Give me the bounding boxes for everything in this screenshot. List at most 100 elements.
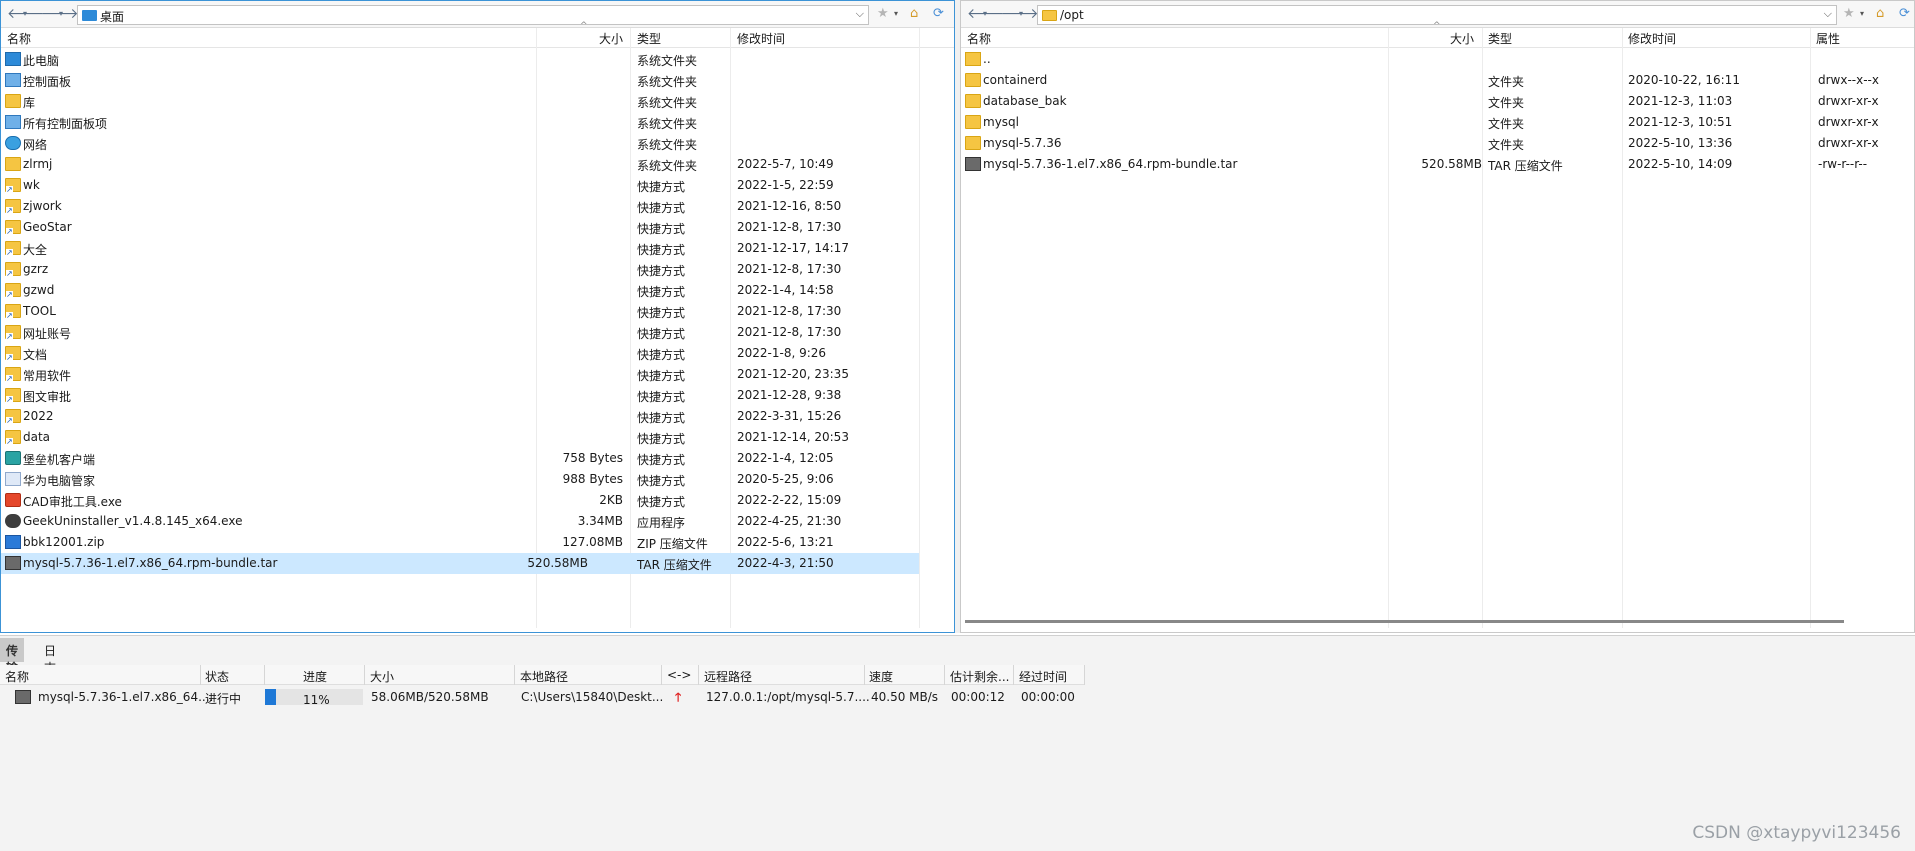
column-divider[interactable] xyxy=(944,665,945,685)
file-row[interactable]: mysql-5.7.36 文件夹 2022-5-10, 13:36 drwxr-xr-… xyxy=(961,133,1914,154)
transfer-row[interactable]: mysql-5.7.36-1.el7.x86_64.... 进行中 11% 58… xyxy=(0,686,1915,707)
local-file-list: 此电脑 系统文件夹 控制面板 系统文件夹库系统文件夹 所有控制面板项 系统文件夹 网络 系统文… xyxy=(1,49,954,574)
home-icon[interactable]: ⌂ xyxy=(910,5,918,23)
file-name: data xyxy=(23,430,51,444)
chevron-down-icon[interactable]: ⌵ xyxy=(856,7,864,21)
column-name[interactable]: 名称 xyxy=(967,30,991,47)
column-divider[interactable] xyxy=(1084,665,1085,685)
file-row[interactable]: zjwork 快捷方式 2021-12-16, 8:50 xyxy=(1,196,954,217)
column-modified[interactable]: 修改时间 xyxy=(737,30,785,47)
column-local-path[interactable]: 本地路径 xyxy=(520,668,568,685)
file-row[interactable]: 此电脑 系统文件夹 xyxy=(1,49,954,70)
file-type: 系统文件夹 xyxy=(637,75,698,89)
file-row[interactable]: 堡垒机客户端 758 Bytes 快捷方式 2022-1-4, 12:05 xyxy=(1,448,954,469)
back-dropdown-icon[interactable]: ▾ xyxy=(983,5,987,23)
column-name[interactable]: 名称 xyxy=(7,30,31,47)
file-row[interactable]: 图文审批 快捷方式 2021-12-28, 9:38 xyxy=(1,385,954,406)
column-divider[interactable] xyxy=(200,665,201,685)
column-remote-path[interactable]: 远程路径 xyxy=(704,668,752,685)
file-row[interactable]: mysql-5.7.36-1.el7.x86_64.rpm-bundle.tar… xyxy=(961,154,1914,175)
column-modified[interactable]: 修改时间 xyxy=(1628,30,1676,47)
file-row[interactable]: 华为电脑管家 988 Bytes 快捷方式 2020-5-25, 9:06 xyxy=(1,469,954,490)
folder-icon xyxy=(5,94,21,108)
column-direction[interactable]: <-> xyxy=(667,668,691,682)
file-type: 系统文件夹 xyxy=(637,54,698,68)
file-row[interactable]: mysql 文件夹 2021-12-3, 10:51 drwxr-xr-x xyxy=(961,112,1914,133)
column-type[interactable]: 类型 xyxy=(1488,30,1512,47)
file-row[interactable]: mysql-5.7.36-1.el7.x86_64.rpm-bundle.tar… xyxy=(1,553,919,574)
transfer-progress-bar: 11% xyxy=(265,689,363,707)
app-icon xyxy=(5,451,21,465)
file-row[interactable]: 大全 快捷方式 2021-12-17, 14:17 xyxy=(1,238,954,259)
file-row[interactable]: 网络 系统文件夹 xyxy=(1,133,954,154)
folder-shortcut-icon xyxy=(5,346,21,362)
column-type[interactable]: 类型 xyxy=(637,30,661,47)
horizontal-scrollbar[interactable] xyxy=(965,620,1844,623)
file-row[interactable]: GeekUninstaller_v1.4.8.145_x64.exe 3.34MB… xyxy=(1,511,954,532)
local-path-input[interactable]: 桌面 ⌵ xyxy=(77,5,869,25)
progress-label: 11% xyxy=(303,693,330,707)
column-speed[interactable]: 速度 xyxy=(869,668,893,685)
file-row[interactable]: 文档 快捷方式 2022-1-8, 9:26 xyxy=(1,343,954,364)
file-row[interactable]: 网址账号 快捷方式 2021-12-8, 17:30 xyxy=(1,322,954,343)
file-row[interactable]: bbk12001.zip 127.08MB ZIP 压缩文件 2022-5-6, 13… xyxy=(1,532,954,553)
bookmark-icon[interactable]: ★ xyxy=(1843,5,1855,23)
file-row[interactable]: database_bak 文件夹 2021-12-3, 11:03 drwxr-xr-… xyxy=(961,91,1914,112)
file-row[interactable]: 常用软件 快捷方式 2021-12-20, 23:35 xyxy=(1,364,954,385)
bookmark-dropdown-icon[interactable]: ▾ xyxy=(1860,5,1864,23)
file-row[interactable]: 库 系统文件夹 xyxy=(1,91,954,112)
transfer-panel: 传输 日志 名称 状态 进度 大小 本地路径 <-> 远程路径 速度 估计剩余.… xyxy=(0,635,1915,851)
refresh-icon[interactable]: ⟳ xyxy=(1899,5,1910,23)
file-size: 520.58MB xyxy=(527,556,588,570)
file-row[interactable]: containerd 文件夹 2020-10-22, 16:11 drwx--x--x xyxy=(961,70,1914,91)
file-row[interactable]: gzrz 快捷方式 2021-12-8, 17:30 xyxy=(1,259,954,280)
chevron-down-icon[interactable]: ⌵ xyxy=(1824,7,1832,21)
file-row[interactable]: 控制面板 系统文件夹 xyxy=(1,70,954,91)
file-row[interactable]: gzwd 快捷方式 2022-1-4, 14:58 xyxy=(1,280,954,301)
column-size[interactable]: 大小 xyxy=(1450,30,1474,47)
file-modified: 2021-12-8, 17:30 xyxy=(737,325,842,339)
file-row[interactable]: CAD审批工具.exe 2KB 快捷方式 2022-2-22, 15:09 xyxy=(1,490,954,511)
file-type: 快捷方式 xyxy=(637,243,686,257)
column-divider[interactable] xyxy=(264,665,265,685)
refresh-icon[interactable]: ⟳ xyxy=(933,5,944,23)
column-elapsed[interactable]: 经过时间 xyxy=(1019,668,1067,685)
file-type: 应用程序 xyxy=(637,516,686,530)
column-divider[interactable] xyxy=(514,665,515,685)
column-progress[interactable]: 进度 xyxy=(303,668,327,685)
file-row[interactable]: 所有控制面板项 系统文件夹 xyxy=(1,112,954,133)
folder-shortcut-icon xyxy=(5,241,21,257)
forward-dropdown-icon[interactable]: ▾ xyxy=(59,5,63,23)
column-name[interactable]: 名称 xyxy=(5,668,29,685)
file-row[interactable]: .. xyxy=(961,49,1914,70)
column-status[interactable]: 状态 xyxy=(205,668,229,685)
column-divider[interactable] xyxy=(864,665,865,685)
forward-dropdown-icon[interactable]: ▾ xyxy=(1019,5,1023,23)
tab-transfer[interactable]: 传输 xyxy=(0,638,25,675)
file-row[interactable]: wk 快捷方式 2022-1-5, 22:59 xyxy=(1,175,954,196)
local-path-toolbar: 🡐 ▾ 🡒 ▾ 桌面 ⌵ ★ ▾ ⌂ ⟳ xyxy=(1,1,954,28)
column-attributes[interactable]: 属性 xyxy=(1816,30,1840,47)
file-row[interactable]: data 快捷方式 2021-12-14, 20:53 xyxy=(1,427,954,448)
column-eta[interactable]: 估计剩余... xyxy=(950,668,1009,685)
file-row[interactable]: TOOL 快捷方式 2021-12-8, 17:30 xyxy=(1,301,954,322)
file-row[interactable]: GeoStar 快捷方式 2021-12-8, 17:30 xyxy=(1,217,954,238)
file-row[interactable]: zlrmj 系统文件夹 2022-5-7, 10:49 xyxy=(1,154,954,175)
bookmark-dropdown-icon[interactable]: ▾ xyxy=(894,5,898,23)
column-divider[interactable] xyxy=(698,665,699,685)
back-dropdown-icon[interactable]: ▾ xyxy=(23,5,27,23)
file-name: mysql xyxy=(983,115,1019,129)
file-size: 2KB xyxy=(599,493,623,507)
tab-log[interactable]: 日志 xyxy=(38,638,62,675)
file-name: database_bak xyxy=(983,94,1067,108)
upload-arrow-icon: 🡑 xyxy=(675,690,682,704)
bookmark-icon[interactable]: ★ xyxy=(877,5,889,23)
column-divider[interactable] xyxy=(1013,665,1014,685)
column-divider[interactable] xyxy=(364,665,365,685)
column-size[interactable]: 大小 xyxy=(599,30,623,47)
file-row[interactable]: 2022 快捷方式 2022-3-31, 15:26 xyxy=(1,406,954,427)
column-divider[interactable] xyxy=(661,665,662,685)
folder-icon xyxy=(5,157,21,171)
column-size[interactable]: 大小 xyxy=(370,668,394,685)
home-icon[interactable]: ⌂ xyxy=(1876,5,1884,23)
